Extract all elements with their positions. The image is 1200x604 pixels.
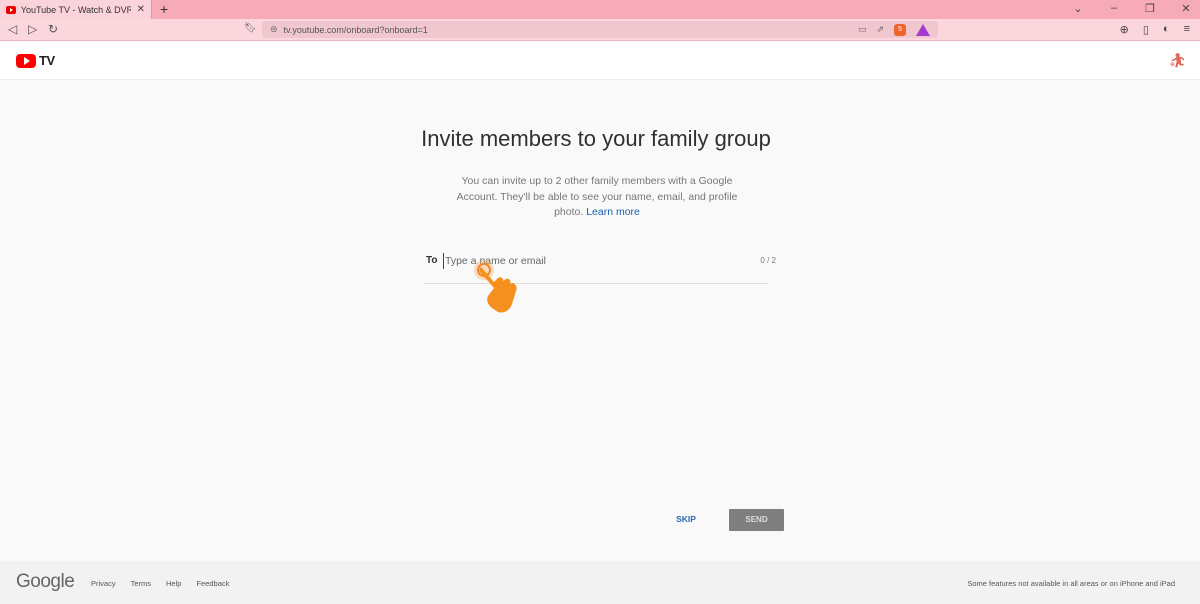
menu-icon[interactable]: ≡	[1184, 23, 1190, 36]
close-window-icon[interactable]: ✕	[1178, 2, 1194, 15]
footer-note: Some features not available in all areas…	[967, 579, 1175, 588]
reload-icon[interactable]: ↻	[48, 22, 58, 36]
account-icon[interactable]: ⛹︎	[1168, 52, 1186, 69]
recipient-counter: 0 / 2	[760, 256, 776, 265]
terms-link[interactable]: Terms	[131, 579, 151, 588]
site-info-icon[interactable]: ⊜	[270, 24, 278, 35]
browser-tab-bar: YouTube TV - Watch & DVR Live S ✕ + ⌄ – …	[0, 0, 1200, 19]
cast-icon[interactable]: ▭	[858, 24, 867, 35]
restore-icon[interactable]: ❐	[1142, 2, 1158, 15]
send-button[interactable]: SEND	[729, 509, 784, 531]
feedback-link[interactable]: Feedback	[196, 579, 229, 588]
browser-tab[interactable]: YouTube TV - Watch & DVR Live S ✕	[0, 0, 152, 19]
extensions-icon[interactable]: ⊕	[1120, 23, 1129, 36]
forward-icon[interactable]: ▷	[28, 22, 37, 36]
learn-more-link[interactable]: Learn more	[586, 206, 640, 218]
footer-links: Privacy Terms Help Feedback	[91, 579, 229, 588]
privacy-link[interactable]: Privacy	[91, 579, 116, 588]
page-title: Invite members to your family group	[421, 126, 771, 151]
back-icon[interactable]: ◁	[8, 22, 17, 36]
url-text[interactable]: tv.youtube.com/onboard?onboard=1	[284, 25, 858, 35]
page: TV ⛹︎ Invite members to your family grou…	[0, 42, 1200, 604]
window-controls: ⌄ – ❐ ✕	[1070, 2, 1194, 15]
bookmark-icon[interactable]: 🔖︎	[244, 23, 257, 34]
to-label: To	[426, 255, 438, 266]
pointing-hand-cursor-icon	[474, 260, 517, 313]
chevron-down-icon[interactable]: ⌄	[1070, 2, 1086, 15]
new-tab-button[interactable]: +	[160, 1, 168, 17]
rewards-icon[interactable]	[916, 23, 930, 36]
close-tab-icon[interactable]: ✕	[137, 4, 145, 15]
youtube-favicon-icon	[6, 5, 16, 14]
brave-shield-icon[interactable]: 5	[894, 23, 906, 36]
share-icon[interactable]: ⇗	[876, 24, 884, 35]
site-footer: Google Privacy Terms Help Feedback Some …	[0, 561, 1200, 604]
site-header: TV ⛹︎	[0, 42, 1200, 80]
sidebar-icon[interactable]: ▯	[1143, 23, 1149, 36]
help-link[interactable]: Help	[166, 579, 181, 588]
youtube-tv-logo[interactable]: TV	[16, 53, 55, 68]
browser-tools: ⊕ ▯ ◐ ≡	[1120, 23, 1190, 36]
skip-button[interactable]: SKIP	[668, 509, 704, 529]
google-logo[interactable]: Google	[16, 571, 75, 593]
address-bar[interactable]: ⊜ tv.youtube.com/onboard?onboard=1 ▭ ⇗ 5	[262, 21, 938, 38]
logo-text: TV	[39, 53, 55, 68]
browser-toolbar: ◁ ▷ ↻ 🔖︎ ⊜ tv.youtube.com/onboard?onboar…	[0, 19, 1200, 41]
wallet-icon[interactable]: ◐	[1163, 23, 1170, 36]
page-description: You can invite up to 2 other family memb…	[452, 174, 742, 221]
youtube-logo-icon	[16, 53, 36, 68]
tab-title: YouTube TV - Watch & DVR Live S	[20, 4, 131, 15]
minimize-icon[interactable]: –	[1106, 2, 1122, 15]
